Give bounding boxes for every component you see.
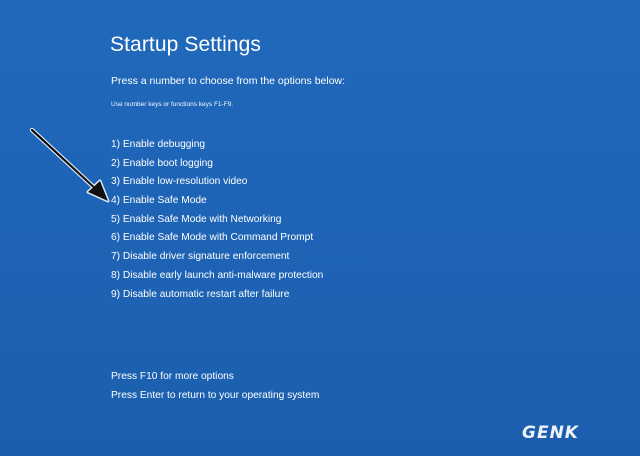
option-enable-low-resolution-video[interactable]: 3) Enable low-resolution video [111,173,323,192]
instruction-text: Press a number to choose from the option… [111,75,346,87]
return-to-os-text[interactable]: Press Enter to return to your operating … [111,386,319,405]
page-title: Startup Settings [110,33,262,56]
option-disable-early-launch-antimalware[interactable]: 8) Disable early launch anti-malware pro… [111,267,323,286]
startup-options-list: 1) Enable debugging 2) Enable boot loggi… [111,136,323,304]
footer-instructions: Press F10 for more options Press Enter t… [111,367,319,405]
startup-settings-screen: Startup Settings Press a number to choos… [0,0,640,456]
option-enable-safe-mode[interactable]: 4) Enable Safe Mode [111,192,323,211]
key-hint-text: Use number keys or functions keys F1-F9. [111,101,234,108]
option-enable-debugging[interactable]: 1) Enable debugging [111,136,323,155]
more-options-text[interactable]: Press F10 for more options [111,367,319,386]
option-safe-mode-command-prompt[interactable]: 6) Enable Safe Mode with Command Prompt [111,229,323,248]
option-enable-boot-logging[interactable]: 2) Enable boot logging [111,155,323,174]
option-safe-mode-networking[interactable]: 5) Enable Safe Mode with Networking [111,211,323,230]
option-disable-driver-signature[interactable]: 7) Disable driver signature enforcement [111,248,323,267]
option-disable-auto-restart[interactable]: 9) Disable automatic restart after failu… [111,286,323,305]
genk-watermark-logo: GENK [522,423,579,443]
